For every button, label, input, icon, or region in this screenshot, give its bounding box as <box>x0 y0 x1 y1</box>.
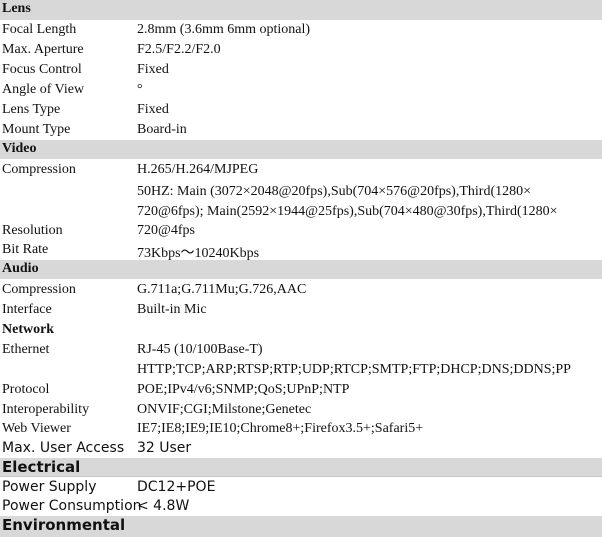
section-header-environmental: Environmental <box>0 516 602 537</box>
spec-row-angle-of-view: Angle of View ° <box>0 80 602 100</box>
spec-label: Resolution <box>2 223 63 238</box>
spec-row-video-compression: Compression H.265/H.264/MJPEG <box>0 160 602 180</box>
spec-value: F2.5/F2.2/F2.0 <box>137 42 221 57</box>
spec-label: Compression <box>2 282 76 297</box>
spec-value: IE7;IE8;IE9;IE10;Chrome8+;Firefox3.5+;Sa… <box>137 421 424 436</box>
spec-row-resolution: 50HZ: Main (3072×2048@20fps),Sub(704×576… <box>0 180 602 240</box>
spec-label: Interface <box>2 302 52 317</box>
section-title: Audio <box>2 261 39 276</box>
spec-label: Max. User Access <box>2 440 125 456</box>
spec-row-ethernet: Ethernet RJ-45 (10/100Base-T) <box>0 340 602 360</box>
spec-value: ° <box>137 82 143 97</box>
spec-row-interface: Interface Built-in Mic <box>0 300 602 320</box>
spec-label: Bit Rate <box>2 242 49 257</box>
spec-row-max-aperture: Max. Aperture F2.5/F2.2/F2.0 <box>0 40 602 60</box>
spec-label: Web Viewer <box>2 421 71 436</box>
spec-row-mount-type: Mount Type Board-in <box>0 120 602 139</box>
section-header-video: Video <box>0 140 602 159</box>
spec-label: Interoperability <box>2 402 90 417</box>
spec-row-focal-length: Focal Length 2.8mm (3.6mm 6mm optional) <box>0 20 602 40</box>
spec-label: Ethernet <box>2 342 50 357</box>
spec-value: G.711a;G.711Mu;G.726,AAC <box>137 282 307 297</box>
spec-value: Board-in <box>137 122 187 137</box>
spec-row-bit-rate: Bit Rate 73Kbps〜10240Kbps <box>0 240 602 261</box>
spec-row-focus-control: Focus Control Fixed <box>0 60 602 80</box>
spec-row-audio-compression: Compression G.711a;G.711Mu;G.726,AAC <box>0 280 602 300</box>
spec-value: H.265/H.264/MJPEG <box>137 162 259 177</box>
spec-value-line: 50HZ: Main (3072×2048@20fps),Sub(704×576… <box>137 184 531 199</box>
section-title: Lens <box>2 1 31 16</box>
spec-value: 32 User <box>137 440 192 456</box>
spec-label: Compression <box>2 162 76 177</box>
spec-label: Focus Control <box>2 62 82 77</box>
spec-row-protocol: HTTP;TCP;ARP;RTSP;RTP;UDP;RTCP;SMTP;FTP;… <box>0 360 602 400</box>
spec-row-power-consumption: Power Consumption < 4.8W <box>0 497 602 516</box>
divider <box>0 476 602 477</box>
spec-value: 2.8mm (3.6mm 6mm optional) <box>137 22 311 37</box>
spec-value: Fixed <box>137 102 169 117</box>
spec-row-max-user-access: Max. User Access 32 User <box>0 439 602 458</box>
spec-row-web-viewer: Web Viewer IE7;IE8;IE9;IE10;Chrome8+;Fir… <box>0 420 602 440</box>
section-header-electrical: Electrical <box>0 458 602 477</box>
section-title: Video <box>2 141 37 156</box>
spec-label: Focal Length <box>2 22 77 37</box>
spec-label: Angle of View <box>2 82 85 97</box>
section-title: Network <box>2 322 55 337</box>
spec-label: Max. Aperture <box>2 42 84 57</box>
spec-row-power-supply: Power Supply DC12+POE <box>0 478 602 497</box>
spec-label: Mount Type <box>2 122 71 137</box>
spec-label: Power Consumption <box>2 498 142 514</box>
section-title: Electrical <box>2 458 81 476</box>
spec-value-line: 720@4fps <box>137 223 196 238</box>
spec-value: Fixed <box>137 62 169 77</box>
spec-value-line: POE;IPv4/v6;SNMP;QoS;UPnP;NTP <box>137 382 350 397</box>
spec-value: RJ-45 (10/100Base-T) <box>137 342 263 357</box>
spec-value: 73Kbps〜10240Kbps <box>137 246 260 261</box>
spec-row-lens-type: Lens Type Fixed <box>0 100 602 120</box>
spec-label: Protocol <box>2 382 50 397</box>
section-title: Environmental <box>2 516 126 534</box>
section-header-lens: Lens <box>0 0 602 20</box>
spec-value: DC12+POE <box>137 479 216 495</box>
spec-value-line: 720@6fps); Main(2592×1944@25fps),Sub(704… <box>137 204 558 219</box>
spec-value: Built-in Mic <box>137 302 207 317</box>
spec-label: Lens Type <box>2 102 61 117</box>
spec-label: Power Supply <box>2 479 97 495</box>
section-header-network: Network <box>0 320 602 340</box>
section-header-audio: Audio <box>0 260 602 279</box>
spec-value-line: HTTP;TCP;ARP;RTSP;RTP;UDP;RTCP;SMTP;FTP;… <box>137 362 571 377</box>
spec-value: < 4.8W <box>137 498 190 514</box>
spec-value: ONVIF;CGI;Milstone;Genetec <box>137 402 312 417</box>
spec-row-interoperability: Interoperability ONVIF;CGI;Milstone;Gene… <box>0 400 602 420</box>
